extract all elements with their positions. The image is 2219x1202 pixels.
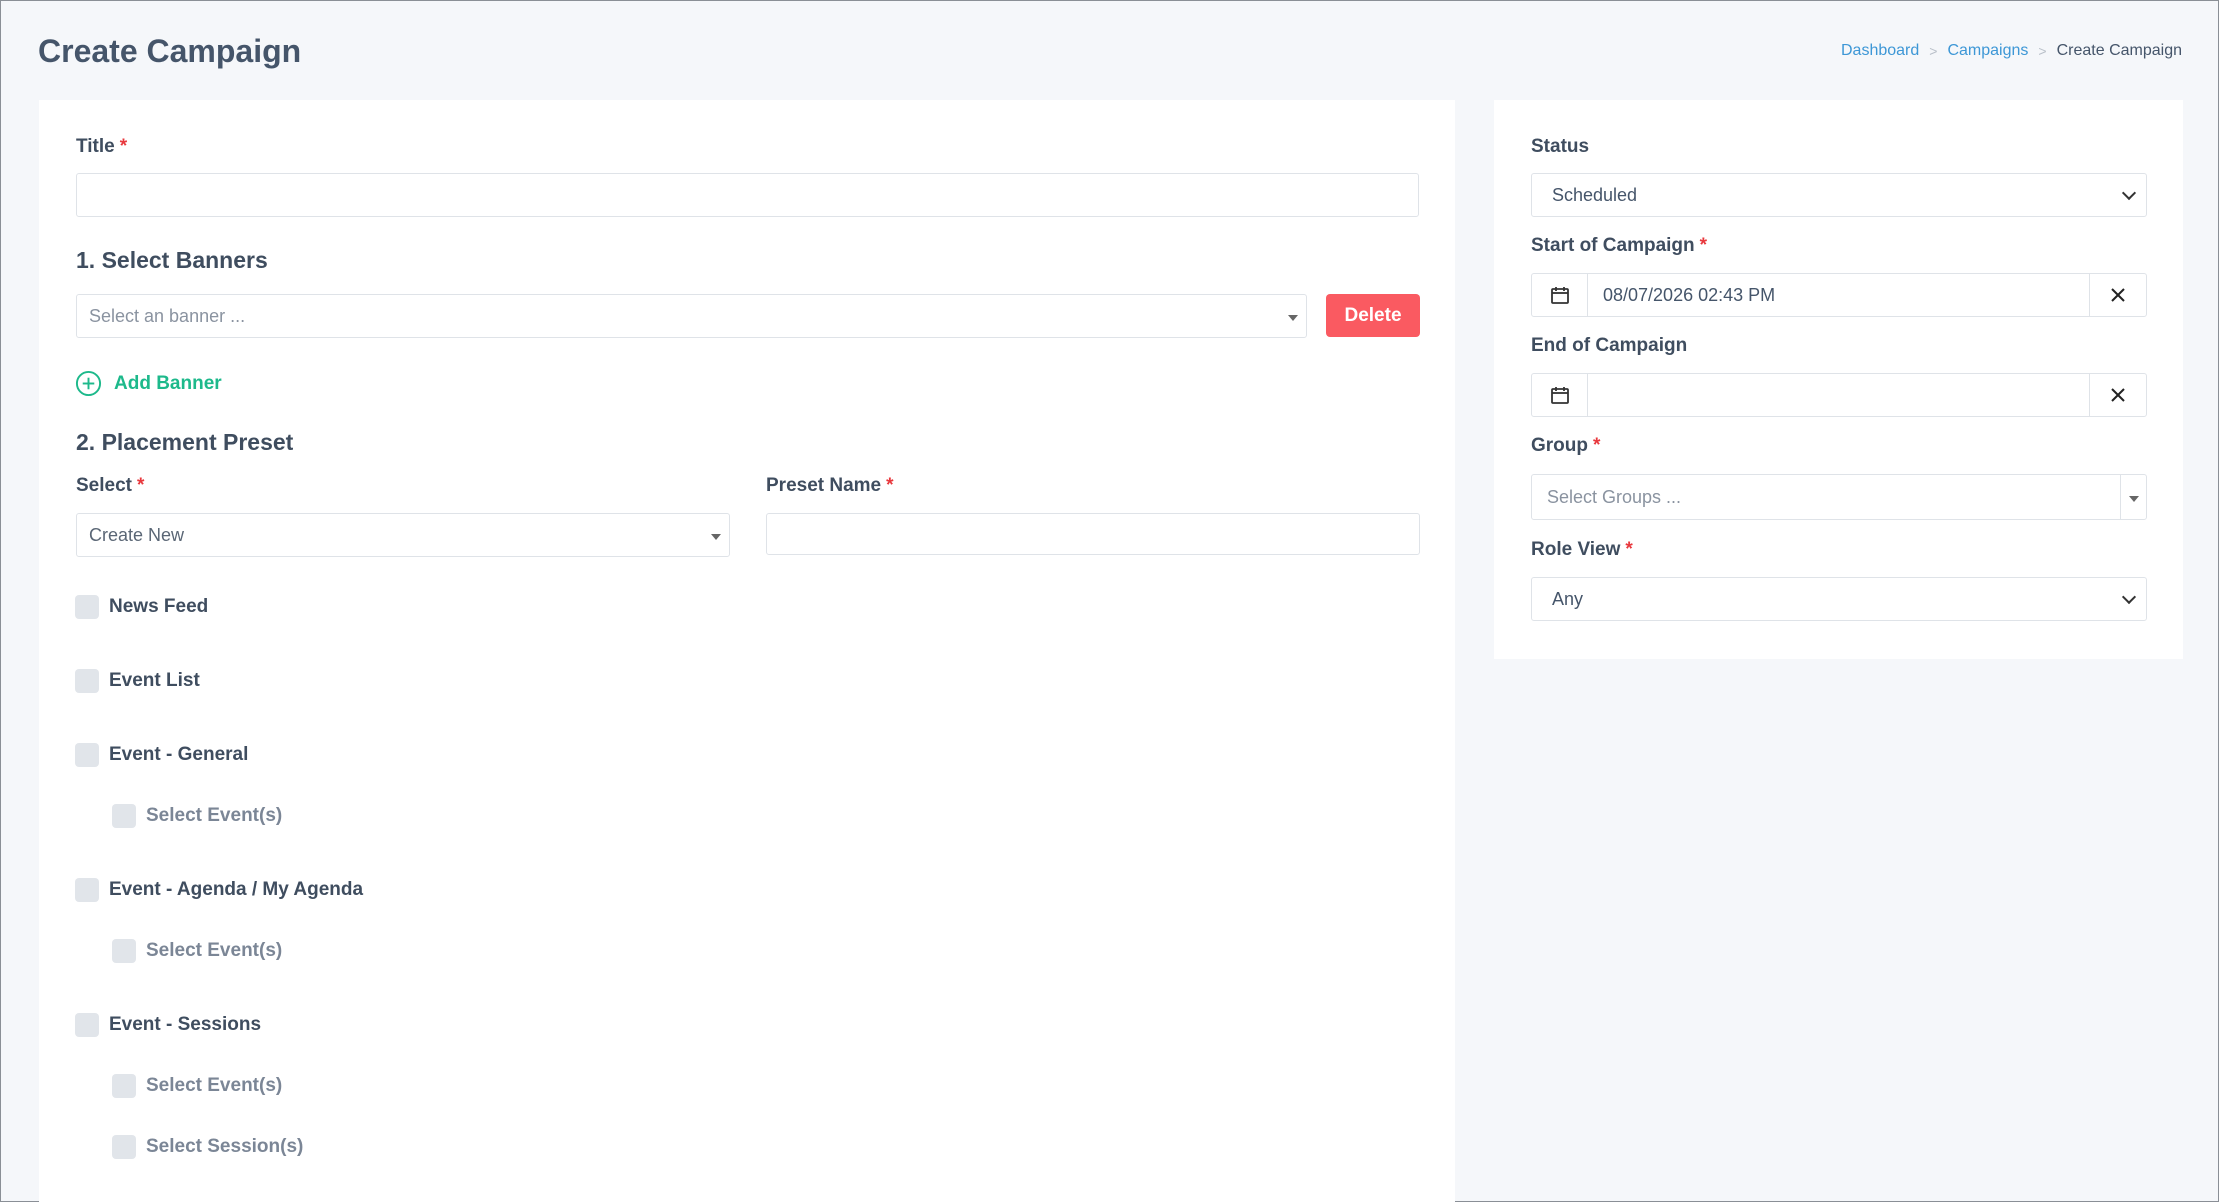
group-select-divider bbox=[2120, 475, 2121, 519]
required-mark: * bbox=[136, 475, 145, 496]
checkbox-label: Event - Sessions bbox=[109, 1014, 262, 1035]
checkbox[interactable] bbox=[112, 804, 136, 828]
title-input[interactable] bbox=[76, 173, 1419, 217]
placement-event-agenda[interactable]: Event - Agenda / My Agenda bbox=[75, 878, 363, 902]
preset-select-value: Create New bbox=[89, 524, 185, 545]
page-header: Create Campaign Dashboard > Campaigns > … bbox=[38, 27, 2182, 75]
banner-select-placeholder: Select an banner ... bbox=[89, 305, 246, 326]
required-mark: * bbox=[119, 136, 128, 157]
campaign-settings-card: Status Scheduled Start of Campaign * 08/0… bbox=[1494, 100, 2183, 659]
placement-news-feed[interactable]: News Feed bbox=[75, 595, 208, 619]
breadcrumb-campaigns[interactable]: Campaigns bbox=[1947, 42, 2028, 60]
placement-event-sessions-select-sessions[interactable]: Select Session(s) bbox=[112, 1135, 303, 1159]
status-label: Status bbox=[1531, 136, 1590, 157]
close-icon bbox=[2111, 388, 2125, 402]
checkbox-label: Select Event(s) bbox=[146, 1075, 283, 1096]
required-mark: * bbox=[1625, 539, 1633, 560]
role-view-select[interactable]: Any bbox=[1531, 577, 2147, 621]
role-view-label-text: Role View bbox=[1531, 539, 1621, 560]
end-campaign-date-group bbox=[1531, 373, 2147, 417]
start-calendar-button[interactable] bbox=[1532, 274, 1588, 316]
end-calendar-button[interactable] bbox=[1532, 374, 1588, 416]
start-clear-button[interactable] bbox=[2089, 274, 2146, 316]
checkbox[interactable] bbox=[75, 878, 99, 902]
calendar-icon bbox=[1550, 387, 1569, 404]
add-banner-label: Add Banner bbox=[114, 372, 222, 394]
status-select-value: Scheduled bbox=[1552, 184, 1638, 205]
chevron-down-icon bbox=[2121, 589, 2137, 605]
status-select[interactable]: Scheduled bbox=[1531, 173, 2147, 217]
add-banner-button[interactable]: Add Banner bbox=[75, 370, 222, 397]
end-campaign-input[interactable] bbox=[1588, 374, 2089, 416]
preset-name-label: Preset Name * bbox=[766, 475, 894, 497]
checkbox-label: Select Session(s) bbox=[146, 1136, 304, 1157]
title-label-text: Title bbox=[76, 136, 115, 157]
caret-down-icon bbox=[1288, 315, 1298, 321]
breadcrumb-separator: > bbox=[1929, 43, 1938, 59]
placement-preset-heading: 2. Placement Preset bbox=[76, 429, 294, 455]
start-campaign-date-group: 08/07/2026 02:43 PM bbox=[1531, 273, 2147, 317]
group-label: Group * bbox=[1531, 435, 1600, 457]
group-label-text: Group bbox=[1531, 435, 1588, 456]
placement-event-sessions-select-events[interactable]: Select Event(s) bbox=[112, 1074, 282, 1098]
checkbox[interactable] bbox=[75, 743, 99, 767]
breadcrumb-current: Create Campaign bbox=[2056, 42, 2182, 59]
checkbox-label: Event List bbox=[109, 670, 200, 691]
group-select-placeholder: Select Groups ... bbox=[1547, 486, 1682, 507]
required-mark: * bbox=[1593, 435, 1601, 456]
preset-select[interactable]: Create New bbox=[76, 513, 730, 557]
breadcrumb-dashboard[interactable]: Dashboard bbox=[1841, 42, 1919, 60]
banner-select[interactable]: Select an banner ... bbox=[76, 294, 1307, 338]
placement-event-agenda-select-events[interactable]: Select Event(s) bbox=[112, 939, 282, 963]
required-mark: * bbox=[886, 475, 894, 496]
caret-down-icon bbox=[711, 534, 721, 540]
checkbox-label: News Feed bbox=[109, 596, 209, 617]
placement-event-general-select-events[interactable]: Select Event(s) bbox=[112, 804, 282, 828]
preset-select-label: Select * bbox=[76, 475, 144, 497]
checkbox-label: Event - Agenda / My Agenda bbox=[109, 879, 364, 900]
calendar-icon bbox=[1550, 287, 1569, 304]
checkbox[interactable] bbox=[75, 1013, 99, 1037]
required-mark: * bbox=[1699, 235, 1708, 256]
end-campaign-label: End of Campaign bbox=[1531, 335, 1688, 356]
placement-event-sessions[interactable]: Event - Sessions bbox=[75, 1013, 261, 1037]
delete-banner-button[interactable]: Delete bbox=[1326, 294, 1420, 337]
title-label: Title * bbox=[76, 136, 127, 158]
role-view-label: Role View * bbox=[1531, 539, 1633, 561]
preset-select-label-text: Select bbox=[76, 475, 132, 496]
select-banners-heading: 1. Select Banners bbox=[76, 247, 268, 273]
caret-down-icon bbox=[2129, 496, 2139, 502]
placement-event-general[interactable]: Event - General bbox=[75, 743, 248, 767]
close-icon bbox=[2111, 288, 2125, 302]
breadcrumb: Dashboard > Campaigns > Create Campaign bbox=[1841, 42, 2182, 60]
breadcrumb-separator: > bbox=[2038, 43, 2047, 59]
checkbox[interactable] bbox=[112, 1135, 136, 1159]
placement-event-list[interactable]: Event List bbox=[75, 669, 200, 693]
preset-name-input[interactable] bbox=[766, 513, 1420, 555]
start-campaign-label-text: Start of Campaign bbox=[1531, 235, 1695, 256]
checkbox-label: Select Event(s) bbox=[146, 940, 283, 961]
campaign-form-card: Title * 1. Select Banners Select an banne… bbox=[39, 100, 1455, 1202]
preset-name-label-text: Preset Name bbox=[766, 475, 882, 496]
checkbox-label: Select Event(s) bbox=[146, 805, 283, 826]
role-view-select-value: Any bbox=[1552, 588, 1584, 609]
end-clear-button[interactable] bbox=[2089, 374, 2146, 416]
page-title: Create Campaign bbox=[38, 32, 302, 69]
checkbox[interactable] bbox=[112, 1074, 136, 1098]
start-campaign-label: Start of Campaign * bbox=[1531, 235, 1707, 257]
plus-circle-icon bbox=[75, 370, 102, 397]
checkbox[interactable] bbox=[112, 939, 136, 963]
checkbox-label: Event - General bbox=[109, 744, 249, 765]
chevron-down-icon bbox=[2121, 185, 2137, 201]
checkbox[interactable] bbox=[75, 595, 99, 619]
start-campaign-input[interactable]: 08/07/2026 02:43 PM bbox=[1588, 274, 2089, 316]
group-select[interactable]: Select Groups ... bbox=[1531, 474, 2147, 520]
checkbox[interactable] bbox=[75, 669, 99, 693]
